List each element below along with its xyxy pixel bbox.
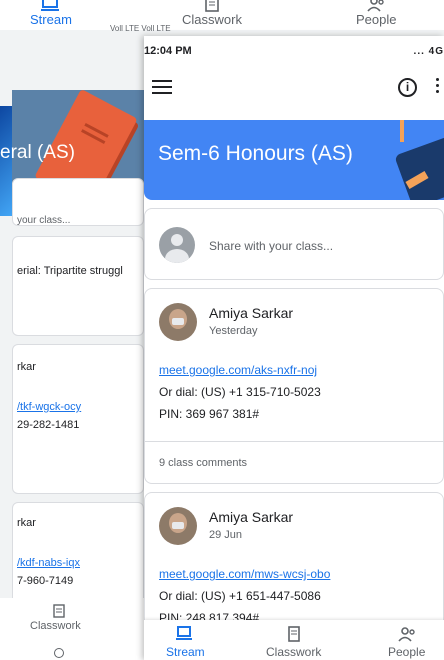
graduation-cap-icon [394, 135, 444, 200]
background-post-card-1: rkar /tkf-wgck-ocy 29-282-1481 [12, 344, 144, 494]
background-stream-panel: eral (AS) your class... erial: Tripartit… [0, 36, 144, 660]
hamburger-menu-icon[interactable] [152, 80, 172, 94]
background-post-title: erial: Tripartite struggl [17, 265, 123, 277]
background-author-1: rkar [17, 361, 36, 373]
nav-tab-classwork-label: Classwork [266, 645, 322, 659]
background-post-card-title: erial: Tripartite struggl [12, 236, 144, 336]
stream-post[interactable]: Amiya Sarkar Yesterday meet.google.com/a… [144, 288, 444, 484]
classwork-icon [205, 0, 219, 12]
background-status-icons: Voll LTE Voll LTE [110, 24, 171, 33]
background-bottom-classwork-label: Classwork [30, 620, 81, 632]
background-author-2: rkar [17, 517, 36, 529]
meet-link[interactable]: meet.google.com/mws-wcsj-obo [159, 567, 330, 581]
background-phone-2: 7-960-7149 [17, 575, 74, 587]
nav-tab-people[interactable]: People [388, 626, 425, 659]
background-top-nav: Stream Classwork People [0, 0, 444, 30]
post-author: Amiya Sarkar [209, 305, 294, 321]
post-author: Amiya Sarkar [209, 509, 294, 525]
background-link-2: /kdf-nabs-iqx [17, 557, 80, 569]
class-banner[interactable]: Sem-6 Honours (AS) [144, 120, 444, 200]
background-nav-classwork-label: Classwork [182, 12, 242, 27]
background-nav-classwork: Classwork [182, 0, 242, 27]
app-bar: i [144, 66, 444, 116]
background-nav-stream: Stream [30, 0, 72, 27]
status-time: 12:04 PM [144, 45, 192, 57]
stream-icon [176, 626, 193, 640]
dial-in-number: Or dial: (US) +1 651-447-5086 [159, 589, 321, 603]
share-with-class-card[interactable]: Share with your class... [144, 208, 444, 280]
author-avatar [159, 303, 197, 341]
status-signal-icons: ... 4G [413, 45, 444, 57]
post-divider [145, 441, 443, 442]
info-icon[interactable]: i [398, 78, 417, 97]
classwork-icon [287, 626, 300, 642]
background-share-card: your class... [12, 178, 144, 226]
tassel-decoration-icon [400, 120, 404, 142]
stream-icon [40, 0, 59, 11]
overflow-menu-icon[interactable] [436, 78, 439, 96]
background-nav-people-label: People [356, 12, 397, 27]
meeting-pin: PIN: 369 967 381# [159, 407, 260, 421]
class-title: Sem-6 Honours (AS) [158, 142, 353, 165]
background-link-1: /tkf-wgck-ocy [17, 401, 82, 413]
nav-tab-people-label: People [388, 645, 426, 659]
people-icon [398, 627, 415, 642]
background-phone-1: 29-282-1481 [17, 419, 80, 431]
background-nav-stream-label: Stream [30, 12, 72, 27]
dial-in-number: Or dial: (US) +1 315-710-5023 [159, 385, 321, 399]
meet-link[interactable]: meet.google.com/aks-nxfr-noj [159, 363, 317, 377]
post-date: Yesterday [209, 325, 258, 337]
nav-tab-stream-label: Stream [166, 645, 205, 659]
background-nav-people: People [356, 0, 396, 27]
user-avatar [159, 227, 195, 263]
post-date: 29 Jun [209, 529, 243, 541]
background-banner-title: eral (AS) [0, 142, 75, 163]
status-bar: 12:04 PM ... 4G [144, 36, 444, 66]
background-bottom-nav: Classwork [0, 598, 144, 660]
background-classwork-icon [53, 604, 65, 618]
classroom-stream-screen: 12:04 PM ... 4G i Sem-6 Honours (AS) Sha… [144, 36, 444, 660]
bottom-navigation: Stream Classwork People [144, 620, 444, 660]
nav-tab-stream[interactable]: Stream [166, 626, 205, 659]
home-button-icon [54, 648, 64, 658]
author-avatar [159, 507, 197, 545]
share-input[interactable]: Share with your class... [209, 239, 333, 253]
background-share-text: your class... [17, 215, 71, 226]
nav-tab-classwork[interactable]: Classwork [266, 626, 321, 659]
class-comments-link[interactable]: 9 class comments [159, 457, 247, 469]
people-icon [367, 0, 384, 12]
